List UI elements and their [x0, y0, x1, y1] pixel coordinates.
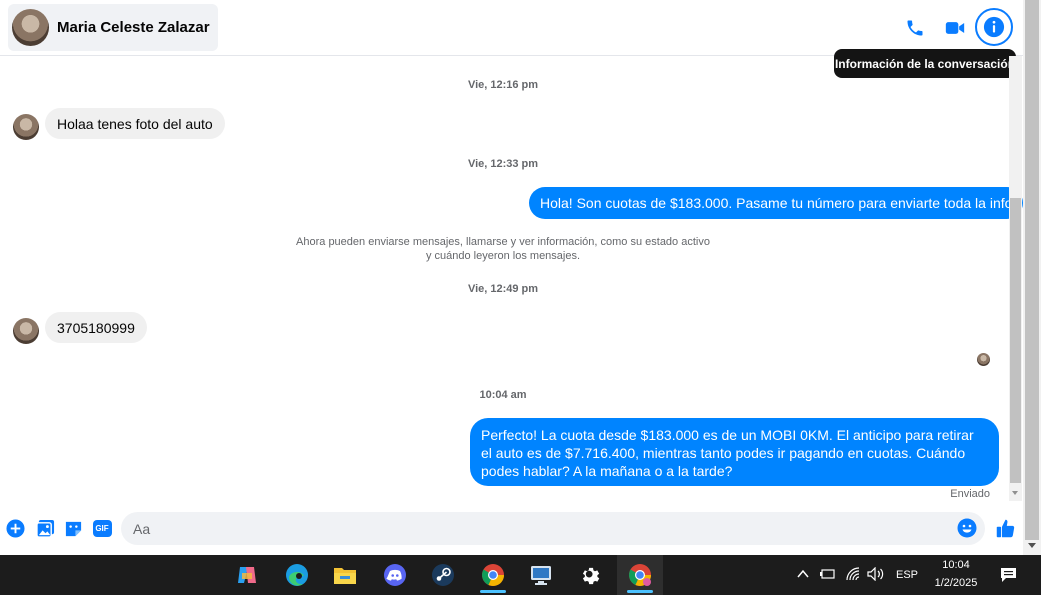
plus-circle-icon: [5, 518, 25, 538]
outgoing-message[interactable]: Perfecto! La cuota desde $183.000 es de …: [470, 418, 999, 486]
windows-taskbar: ESP 10:04 1/2/2025: [0, 555, 1041, 595]
taskbar-file-explorer[interactable]: [322, 555, 368, 595]
battery-icon[interactable]: [820, 568, 836, 580]
attach-photo-button[interactable]: [35, 518, 55, 538]
sticker-button[interactable]: [63, 518, 83, 538]
incoming-message[interactable]: Holaa tenes foto del auto: [45, 108, 225, 139]
contact-profile-button[interactable]: Maria Celeste Zalazar: [8, 4, 218, 51]
timestamp: Vie, 12:33 pm: [467, 158, 539, 170]
notification-icon[interactable]: [1000, 567, 1017, 583]
sticker-icon: [65, 521, 81, 536]
more-actions-button[interactable]: [5, 518, 25, 538]
emoji-button[interactable]: [957, 518, 977, 538]
system-notice-line: Ahora pueden enviarse mensajes, llamarse…: [296, 236, 710, 248]
timestamp: Vie, 12:49 pm: [467, 283, 539, 295]
taskbar-chrome[interactable]: [470, 555, 516, 595]
taskbar-remote-desktop[interactable]: [518, 555, 564, 595]
page-scroll-down-arrow[interactable]: [1028, 543, 1036, 548]
taskbar-copilot[interactable]: [224, 555, 270, 595]
contact-name: Maria Celeste Zalazar: [57, 19, 210, 36]
timestamp: 10:04 am: [479, 389, 527, 401]
taskbar-chrome-profile[interactable]: [617, 555, 663, 595]
info-icon: [983, 16, 1005, 38]
gif-icon: GIF: [92, 519, 112, 537]
chrome-icon: [482, 564, 504, 586]
message-input[interactable]: [121, 512, 941, 545]
message-composer: [121, 512, 985, 545]
settings-icon: [582, 567, 600, 585]
like-button[interactable]: [994, 517, 1016, 539]
edge-icon: [286, 564, 308, 586]
smiley-icon: [957, 518, 977, 538]
system-notice-line: y cuándo leyeron los mensajes.: [425, 250, 581, 262]
volume-icon[interactable]: [867, 567, 885, 581]
photo-icon: [35, 519, 54, 538]
outgoing-message[interactable]: Hola! Son cuotas de $183.000. Pasame tu …: [529, 187, 1024, 219]
timestamp: Vie, 12:16 pm: [467, 79, 539, 91]
copilot-icon: [238, 567, 256, 583]
message-status: Enviado: [950, 488, 990, 500]
conversation-header: Maria Celeste Zalazar: [0, 0, 1023, 56]
contact-avatar[interactable]: [13, 318, 39, 344]
conversation-info-tooltip: Información de la conversación: [834, 49, 1022, 78]
page-scrollbar-thumb[interactable]: [1025, 0, 1039, 540]
phone-call-button[interactable]: [899, 12, 931, 44]
chrome-profile-icon: [629, 564, 651, 586]
incoming-message[interactable]: 3705180999: [45, 312, 147, 343]
chat-scrollbar-thumb[interactable]: [1010, 198, 1021, 483]
thumbs-up-icon: [996, 519, 1014, 537]
video-call-button[interactable]: [939, 12, 971, 44]
discord-icon: [384, 564, 406, 586]
remote-desktop-icon: [531, 566, 551, 585]
clock-time[interactable]: 10:04: [930, 559, 982, 571]
taskbar-steam[interactable]: [420, 555, 466, 595]
taskbar-settings[interactable]: [567, 555, 613, 595]
steam-icon: [432, 564, 454, 586]
phone-icon: [907, 20, 923, 36]
taskbar-discord[interactable]: [372, 555, 418, 595]
file-explorer-icon: [334, 568, 356, 584]
gif-button[interactable]: GIF: [92, 518, 112, 538]
messenger-window: Maria Celeste Zalazar Información de la …: [0, 0, 1041, 555]
conversation-info-button[interactable]: [975, 8, 1013, 46]
read-receipt-avatar: [977, 353, 990, 366]
contact-avatar[interactable]: [13, 114, 39, 140]
chevron-up-icon[interactable]: [797, 569, 809, 579]
contact-avatar: [12, 9, 49, 46]
chat-scroll-down-arrow[interactable]: [1012, 491, 1018, 495]
clock-date[interactable]: 1/2/2025: [930, 577, 982, 589]
taskbar-edge[interactable]: [274, 555, 320, 595]
system-notice: Ahora pueden enviarse mensajes, llamarse…: [280, 235, 726, 263]
video-icon: [945, 22, 965, 34]
input-language[interactable]: ESP: [896, 569, 918, 581]
wifi-icon[interactable]: [846, 567, 860, 581]
